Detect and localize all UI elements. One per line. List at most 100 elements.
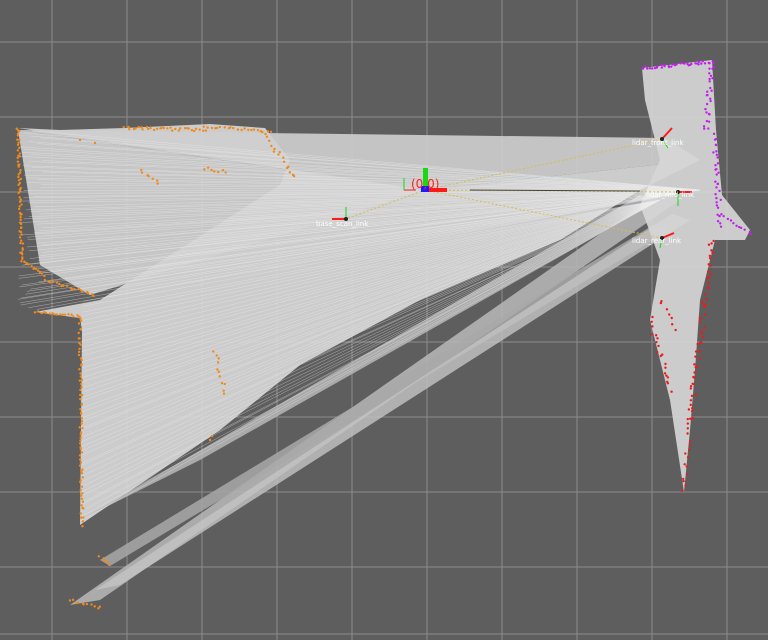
scan-point-orange	[80, 471, 84, 475]
scan-point-magenta	[714, 143, 718, 147]
scan-point-magenta	[719, 222, 722, 225]
scan-point-magenta	[729, 219, 733, 222]
scan-point-magenta	[732, 221, 735, 225]
scan-point-red	[707, 263, 710, 266]
scan-point-orange	[90, 603, 93, 606]
scan-point-red	[707, 281, 710, 284]
scan-point-orange	[17, 175, 20, 179]
scan-point-red	[710, 242, 713, 245]
scan-point-magenta	[705, 119, 709, 123]
scan-point-orange	[30, 265, 33, 268]
scan-point-orange	[107, 563, 111, 566]
scan-point-orange	[80, 378, 84, 382]
scan-point-orange	[202, 125, 205, 128]
scan-point-red	[703, 313, 707, 316]
scan-point-red	[689, 417, 692, 420]
scan-point-orange	[18, 236, 22, 239]
scan-point-orange	[77, 353, 81, 357]
scan-point-magenta	[749, 232, 753, 236]
scan-point-orange	[79, 512, 82, 515]
scan-point-orange	[162, 126, 166, 130]
scan-point-red	[704, 292, 707, 296]
scan-point-orange	[79, 372, 82, 375]
scan-point-orange	[222, 392, 226, 395]
scan-point-magenta	[715, 196, 718, 200]
scan-point-red	[701, 335, 705, 339]
scan-point-orange	[224, 171, 227, 174]
scan-point-orange	[166, 127, 169, 130]
scan-point-magenta	[671, 63, 674, 66]
scan-point-red	[700, 341, 703, 345]
scan-point-orange	[27, 263, 30, 266]
scan-point-red	[688, 443, 692, 447]
scan-point-orange	[79, 488, 82, 492]
scan-point-orange	[20, 233, 23, 236]
scan-point-magenta	[697, 63, 700, 66]
scan-point-orange	[221, 168, 225, 172]
scan-point-red	[687, 408, 691, 411]
scan-point-orange	[48, 281, 52, 284]
scan-point-orange	[63, 313, 67, 316]
scan-point-red	[663, 372, 667, 375]
scan-point-orange	[59, 313, 62, 316]
scan-point-magenta	[690, 62, 693, 66]
scan-point-orange	[137, 125, 141, 129]
scan-point-magenta	[748, 230, 752, 234]
scan-point-magenta	[715, 173, 718, 176]
scan-point-red	[651, 325, 654, 328]
frame-label-top-right: lidar_front_link	[632, 139, 684, 147]
scan-point-orange	[79, 412, 83, 416]
scan-point-magenta	[715, 150, 718, 153]
scan-point-orange	[34, 267, 38, 271]
scan-point-orange	[62, 284, 65, 288]
scan-point-magenta	[670, 65, 673, 68]
scan-point-orange	[77, 331, 80, 335]
scan-point-red	[650, 333, 653, 336]
scan-point-magenta	[708, 113, 711, 116]
scan-point-red	[692, 382, 696, 386]
scan-point-orange	[220, 381, 224, 385]
scan-point-orange	[19, 168, 22, 172]
scan-point-orange	[206, 166, 210, 169]
scan-point-orange	[156, 179, 159, 182]
scan-point-red	[707, 270, 710, 273]
scan-point-orange	[18, 155, 21, 158]
map-viewport[interactable]: (0,0) base_scan_link lidar_front_link li…	[0, 0, 768, 640]
scan-point-orange	[278, 150, 281, 154]
scan-point-red	[686, 473, 689, 476]
scan-point-red	[684, 452, 687, 455]
scan-point-orange	[216, 361, 220, 364]
frame-label-left: base_scan_link	[316, 220, 369, 228]
scan-point-orange	[19, 218, 22, 222]
scan-point-orange	[272, 150, 276, 153]
scan-point-red	[700, 332, 703, 335]
scan-point-orange	[58, 282, 61, 286]
scan-point-magenta	[644, 65, 647, 68]
scan-point-orange	[82, 516, 85, 519]
scan-point-orange	[19, 215, 22, 219]
scan-point-orange	[288, 171, 292, 174]
scan-point-orange	[78, 454, 82, 457]
scan-point-magenta	[700, 62, 703, 65]
scan-point-magenta	[716, 182, 720, 186]
origin-label: (0,0)	[411, 177, 439, 191]
scan-point-red	[698, 357, 702, 360]
scan-point-orange	[266, 130, 270, 133]
scan-point-magenta	[719, 198, 722, 202]
scan-point-magenta	[709, 97, 712, 100]
scan-point-orange	[174, 127, 177, 131]
scan-point-orange	[77, 337, 80, 340]
scan-point-orange	[79, 328, 82, 331]
scan-point-magenta	[683, 62, 686, 65]
scan-point-red	[651, 315, 654, 319]
scan-point-orange	[79, 439, 82, 442]
scan-point-orange	[79, 447, 83, 451]
scan-point-orange	[65, 284, 69, 288]
scan-point-magenta	[705, 102, 709, 106]
scan-point-orange	[264, 132, 267, 136]
scan-point-orange	[212, 350, 215, 353]
scan-point-orange	[177, 129, 181, 132]
scan-point-magenta	[707, 120, 711, 123]
scan-point-orange	[78, 458, 82, 461]
scan-point-red	[670, 390, 673, 393]
